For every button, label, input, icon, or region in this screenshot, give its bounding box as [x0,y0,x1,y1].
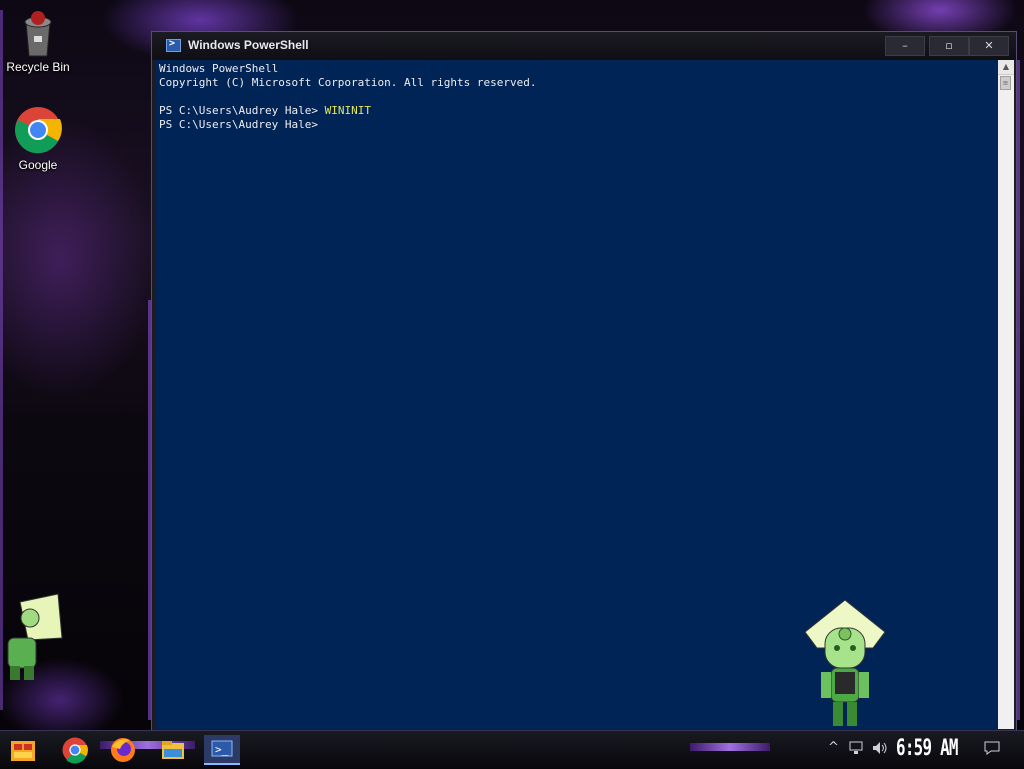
taskbar-powershell[interactable]: >_ [204,735,240,765]
console-line: Windows PowerShell [159,62,279,75]
close-button[interactable]: ✕ [969,36,1009,56]
chrome-icon [62,737,88,764]
taskbar-accent [690,743,770,751]
desktop-icon-google[interactable]: Google [2,106,74,172]
character-sticker-left [0,592,66,686]
firefox-icon [111,738,135,762]
console-prompt: PS C:\Users\Audrey Hale> [159,104,325,117]
desktop-icon-recycle-bin[interactable]: Recycle Bin [2,8,74,74]
recycle-bin-icon [14,8,62,57]
clock[interactable]: 6:59 AM [896,736,958,761]
taskbar-file-explorer[interactable] [158,735,188,765]
console-line: Copyright (C) Microsoft Corporation. All… [159,76,537,89]
file-explorer-icon [162,741,184,759]
minimize-button[interactable]: – [885,36,925,56]
chrome-icon [14,106,62,154]
powershell-icon: >_ [211,740,233,757]
window-title: Windows PowerShell [188,38,309,52]
notification-icon[interactable] [983,740,1001,760]
title-bar[interactable]: > Windows PowerShell – ▫ ✕ [152,32,1016,60]
start-icon [11,741,35,761]
powershell-icon: > [166,38,181,52]
taskbar-firefox[interactable] [108,735,138,765]
taskbar-chrome[interactable] [60,735,90,765]
console-command: WININIT [324,104,371,117]
character-sticker-right [803,598,887,734]
start-button[interactable] [8,735,38,765]
scroll-up-arrow-icon[interactable]: ▲ [998,60,1014,75]
recycle-bin-label: Recycle Bin [6,60,70,74]
svg-text:>_: >_ [215,743,229,756]
tray-overflow-chevron-icon[interactable]: ^ [828,740,839,755]
powershell-window[interactable]: > Windows PowerShell – ▫ ✕ Windows Power… [151,31,1017,734]
vertical-scrollbar[interactable]: ▲ ≡ [998,60,1014,729]
console-prompt: PS C:\Users\Audrey Hale> [159,118,318,131]
google-label: Google [18,158,58,172]
scroll-thumb[interactable]: ≡ [1000,76,1011,90]
volume-icon[interactable] [871,740,889,760]
maximize-button[interactable]: ▫ [929,36,969,56]
taskbar: >_ ^ 6:59 AM [0,730,1024,769]
network-icon[interactable] [848,740,864,760]
